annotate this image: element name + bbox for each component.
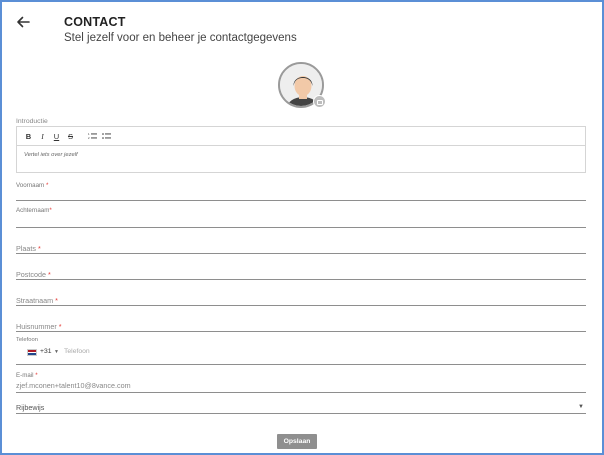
license-label: Rijbewijs: [16, 403, 45, 412]
bullet-list-button[interactable]: [101, 131, 112, 142]
intro-textarea[interactable]: Vertel iets over jezelf: [17, 146, 585, 173]
back-button[interactable]: [14, 13, 32, 31]
bold-button[interactable]: B: [23, 131, 34, 142]
underline-button[interactable]: U: [51, 131, 62, 142]
city-label: Plaats *: [16, 244, 41, 253]
intro-label: Introductie: [16, 118, 48, 125]
street-field[interactable]: Straatnaam *: [16, 292, 586, 306]
phone-label: Telefoon: [16, 337, 38, 343]
house-number-label: Huisnummer *: [16, 322, 62, 331]
email-label: E-mail *: [16, 372, 38, 379]
first-name-field[interactable]: Voornaam *: [16, 182, 586, 201]
editor-toolbar: B I U S 1 2: [17, 127, 585, 146]
email-field[interactable]: E-mail * zjef.mconen+talent10@8vance.com: [16, 372, 586, 393]
intro-editor: B I U S 1 2 Vertel iets over jezelf: [16, 126, 586, 173]
arrow-left-icon: [17, 16, 30, 28]
last-name-label: Achternaam*: [16, 207, 52, 214]
flag-stripe-blue: [28, 353, 36, 355]
page-title: CONTACT: [64, 15, 126, 29]
city-field[interactable]: Plaats *: [16, 240, 586, 254]
ordered-list-icon: 1 2: [88, 132, 97, 140]
page-subtitle: Stel jezelf voor en beheer je contactgeg…: [64, 32, 297, 44]
postcode-label: Postcode *: [16, 270, 51, 279]
italic-button[interactable]: I: [37, 131, 48, 142]
chevron-down-icon[interactable]: ▼: [54, 349, 59, 355]
page-frame: CONTACT Stel jezelf voor en beheer je co…: [0, 0, 604, 455]
camera-icon[interactable]: [313, 95, 326, 108]
license-select[interactable]: Rijbewijs ▼: [16, 400, 586, 414]
svg-text:2: 2: [88, 136, 90, 140]
postcode-field[interactable]: Postcode *: [16, 266, 586, 280]
email-value: zjef.mconen+talent10@8vance.com: [16, 381, 131, 390]
country-code[interactable]: +31: [40, 348, 52, 355]
bullet-list-icon: [102, 133, 111, 139]
chevron-down-icon: ▼: [578, 404, 584, 410]
netherlands-flag-icon[interactable]: [27, 349, 37, 356]
strikethrough-button[interactable]: S: [65, 131, 76, 142]
house-number-field[interactable]: Huisnummer *: [16, 318, 586, 332]
phone-input[interactable]: Telefoon: [64, 348, 90, 355]
street-label: Straatnaam *: [16, 296, 58, 305]
first-name-label: Voornaam *: [16, 182, 49, 189]
phone-field: +31 ▼ Telefoon: [16, 346, 586, 365]
save-button[interactable]: Opslaan: [277, 434, 317, 449]
ordered-list-button[interactable]: 1 2: [87, 131, 98, 142]
last-name-field[interactable]: Achternaam*: [16, 207, 586, 228]
